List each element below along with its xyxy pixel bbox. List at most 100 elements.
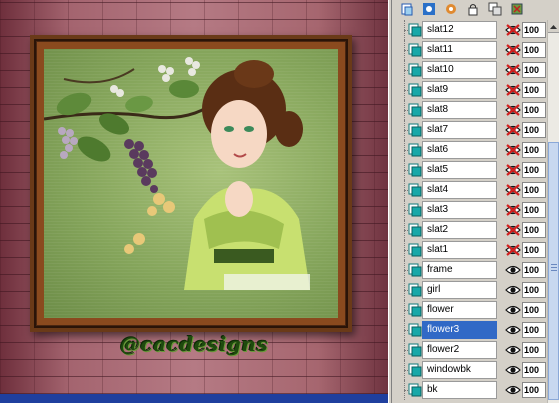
layer-thumbnail-icon[interactable] <box>408 43 422 57</box>
layer-opacity[interactable]: 100 <box>522 362 546 378</box>
layer-row[interactable]: slat8 100 <box>392 100 547 120</box>
layer-opacity[interactable]: 100 <box>522 242 546 258</box>
layer-name[interactable]: slat6 <box>422 141 497 159</box>
layer-opacity[interactable]: 100 <box>522 382 546 398</box>
layer-row[interactable]: flower3 100 <box>392 320 547 340</box>
layer-name[interactable]: slat9 <box>422 81 497 99</box>
eye-icon[interactable] <box>504 302 522 318</box>
layer-thumbnail-icon[interactable] <box>408 23 422 37</box>
layer-name[interactable]: flower2 <box>422 341 497 359</box>
eye-icon[interactable] <box>504 282 522 298</box>
layer-name[interactable]: slat10 <box>422 61 497 79</box>
layer-opacity[interactable]: 100 <box>522 262 546 278</box>
layer-name[interactable]: slat11 <box>422 41 497 59</box>
layer-opacity[interactable]: 100 <box>522 302 546 318</box>
layer-row[interactable]: slat7 100 <box>392 120 547 140</box>
hidden-eye-icon[interactable] <box>504 82 522 98</box>
layer-name[interactable]: slat5 <box>422 161 497 179</box>
layer-thumbnail-icon[interactable] <box>408 343 422 357</box>
hidden-eye-icon[interactable] <box>504 102 522 118</box>
layer-opacity[interactable]: 100 <box>522 122 546 138</box>
layer-opacity[interactable]: 100 <box>522 342 546 358</box>
layer-row[interactable]: slat2 100 <box>392 220 547 240</box>
canvas-horizontal-scrollbar[interactable] <box>0 394 388 403</box>
layer-opacity[interactable]: 100 <box>522 222 546 238</box>
layer-row[interactable]: bk 100 <box>392 380 547 400</box>
layer-name[interactable]: flower <box>422 301 497 319</box>
layer-name[interactable]: bk <box>422 381 497 399</box>
layer-thumbnail-icon[interactable] <box>408 203 422 217</box>
layer-name[interactable]: frame <box>422 261 497 279</box>
layer-thumbnail-icon[interactable] <box>408 163 422 177</box>
layer-name[interactable]: slat1 <box>422 241 497 259</box>
layer-name[interactable]: slat2 <box>422 221 497 239</box>
layer-row[interactable]: flower 100 <box>392 300 547 320</box>
layer-row[interactable]: windowbk 100 <box>392 360 547 380</box>
layer-opacity[interactable]: 100 <box>522 82 546 98</box>
scroll-up-button[interactable] <box>548 20 559 33</box>
eye-icon[interactable] <box>504 322 522 338</box>
layer-name[interactable]: slat3 <box>422 201 497 219</box>
layer-opacity[interactable]: 100 <box>522 62 546 78</box>
layer-row[interactable]: frame 100 <box>392 260 547 280</box>
layer-thumbnail-icon[interactable] <box>408 183 422 197</box>
eye-icon[interactable] <box>504 262 522 278</box>
layer-thumbnail-icon[interactable] <box>408 143 422 157</box>
layer-thumbnail-icon[interactable] <box>408 363 422 377</box>
layer-opacity[interactable]: 100 <box>522 102 546 118</box>
new-mask-icon[interactable] <box>420 1 438 17</box>
layer-opacity[interactable]: 100 <box>522 322 546 338</box>
layer-thumbnail-icon[interactable] <box>408 103 422 117</box>
layer-row[interactable]: slat12 100 <box>392 20 547 40</box>
eye-icon[interactable] <box>504 362 522 378</box>
scroll-thumb[interactable] <box>548 142 559 400</box>
new-layer-icon[interactable] <box>398 1 416 17</box>
layer-row[interactable]: girl 100 <box>392 280 547 300</box>
hidden-eye-icon[interactable] <box>504 122 522 138</box>
eye-icon[interactable] <box>504 342 522 358</box>
layer-thumbnail-icon[interactable] <box>408 383 422 397</box>
layer-thumbnail-icon[interactable] <box>408 243 422 257</box>
layer-opacity[interactable]: 100 <box>522 162 546 178</box>
layer-name[interactable]: windowbk <box>422 361 497 379</box>
hidden-eye-icon[interactable] <box>504 62 522 78</box>
image-canvas[interactable]: @cacdesigns <box>0 0 388 394</box>
layer-thumbnail-icon[interactable] <box>408 283 422 297</box>
layer-row[interactable]: slat4 100 <box>392 180 547 200</box>
layer-thumbnail-icon[interactable] <box>408 323 422 337</box>
delete-layer-icon[interactable] <box>508 1 526 17</box>
lock-icon[interactable] <box>464 1 482 17</box>
layer-opacity[interactable]: 100 <box>522 22 546 38</box>
layer-opacity[interactable]: 100 <box>522 142 546 158</box>
layer-name[interactable]: girl <box>422 281 497 299</box>
layer-thumbnail-icon[interactable] <box>408 223 422 237</box>
layer-opacity[interactable]: 100 <box>522 42 546 58</box>
hidden-eye-icon[interactable] <box>504 202 522 218</box>
hidden-eye-icon[interactable] <box>504 142 522 158</box>
layer-opacity[interactable]: 100 <box>522 282 546 298</box>
eye-icon[interactable] <box>504 382 522 398</box>
layer-row[interactable]: slat5 100 <box>392 160 547 180</box>
layer-thumbnail-icon[interactable] <box>408 63 422 77</box>
hidden-eye-icon[interactable] <box>504 42 522 58</box>
layer-name[interactable]: slat7 <box>422 121 497 139</box>
duplicate-icon[interactable] <box>486 1 504 17</box>
layer-row[interactable]: slat1 100 <box>392 240 547 260</box>
layer-name[interactable]: flower3 <box>422 321 497 339</box>
layer-name[interactable]: slat12 <box>422 21 497 39</box>
layer-row[interactable]: slat9 100 <box>392 80 547 100</box>
layer-row[interactable]: slat11 100 <box>392 40 547 60</box>
hidden-eye-icon[interactable] <box>504 242 522 258</box>
hidden-eye-icon[interactable] <box>504 222 522 238</box>
layer-name[interactable]: slat8 <box>422 101 497 119</box>
layer-row[interactable]: flower2 100 <box>392 340 547 360</box>
hidden-eye-icon[interactable] <box>504 22 522 38</box>
layers-scrollbar[interactable] <box>547 20 559 403</box>
layer-thumbnail-icon[interactable] <box>408 263 422 277</box>
hidden-eye-icon[interactable] <box>504 162 522 178</box>
layer-thumbnail-icon[interactable] <box>408 123 422 137</box>
layer-row[interactable]: slat6 100 <box>392 140 547 160</box>
layer-opacity[interactable]: 100 <box>522 182 546 198</box>
layer-thumbnail-icon[interactable] <box>408 83 422 97</box>
layer-name[interactable]: slat4 <box>422 181 497 199</box>
